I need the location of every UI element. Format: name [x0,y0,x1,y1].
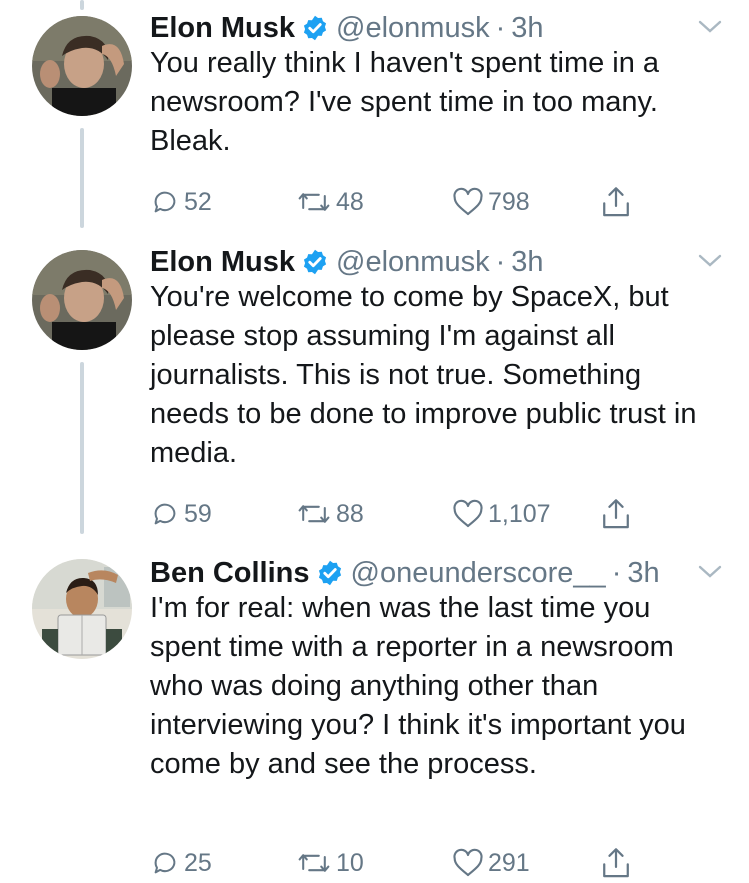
reply-icon [150,187,180,217]
tweet-text: I'm for real: when was the last time you… [150,592,686,780]
tweet-header: Elon Musk @elonmusk · 3h [150,244,544,280]
caret-down-icon[interactable] [697,563,723,581]
avatar[interactable] [32,16,132,116]
timestamp[interactable]: 3h [511,12,543,45]
separator-dot: · [495,11,506,44]
like-icon [452,187,484,217]
retweet-count: 88 [336,499,364,528]
like-button[interactable]: 291 [452,848,530,878]
retweet-icon [296,499,332,529]
retweet-button[interactable]: 10 [296,848,364,878]
retweet-count: 10 [336,848,364,877]
reply-count: 25 [184,848,212,877]
reply-button[interactable]: 25 [150,848,212,878]
share-icon [600,846,632,880]
like-count: 798 [488,187,530,216]
verified-icon [316,559,344,587]
like-button[interactable]: 1,107 [452,499,551,529]
author-name[interactable]: Elon Musk [150,12,295,45]
tweet-header: Ben Collins @oneunderscore__ · 3h [150,555,660,591]
reply-icon [150,848,180,878]
author-handle[interactable]: @elonmusk [336,12,490,45]
timestamp[interactable]: 3h [627,557,659,590]
caret-down-icon[interactable] [697,252,723,270]
like-icon [452,848,484,878]
separator-dot: · [611,556,622,589]
author-handle[interactable]: @elonmusk [336,246,490,279]
like-button[interactable]: 798 [452,187,530,217]
timestamp[interactable]: 3h [511,246,543,279]
tweet[interactable]: Elon Musk @elonmusk · 3h You're welcome … [0,244,749,554]
tweet-header: Elon Musk @elonmusk · 3h [150,10,544,46]
tweet-text: You're welcome to come by SpaceX, but pl… [150,281,697,469]
retweet-icon [296,848,332,878]
reply-count: 59 [184,499,212,528]
avatar[interactable] [32,250,132,350]
reply-button[interactable]: 59 [150,499,212,529]
like-count: 1,107 [488,499,551,528]
verified-icon [301,14,329,42]
verified-icon [301,248,329,276]
share-button[interactable] [600,185,632,219]
avatar[interactable] [32,559,132,659]
share-button[interactable] [600,497,632,531]
retweet-button[interactable]: 48 [296,187,364,217]
author-handle[interactable]: @oneunderscore__ [351,557,606,590]
thread-line [80,0,84,10]
retweet-icon [296,187,332,217]
caret-down-icon[interactable] [697,18,723,36]
author-name[interactable]: Ben Collins [150,557,310,590]
share-icon [600,497,632,531]
author-name[interactable]: Elon Musk [150,246,295,279]
like-count: 291 [488,848,530,877]
retweet-count: 48 [336,187,364,216]
share-icon [600,185,632,219]
share-button[interactable] [600,846,632,880]
retweet-button[interactable]: 88 [296,499,364,529]
reply-count: 52 [184,187,212,216]
reply-button[interactable]: 52 [150,187,212,217]
separator-dot: · [495,245,506,278]
like-icon [452,499,484,529]
tweet-text: You really think I haven't spent time in… [150,47,660,157]
tweet[interactable]: Ben Collins @oneunderscore__ · 3h I'm fo… [0,555,749,882]
tweet[interactable]: Elon Musk @elonmusk · 3h You really thin… [0,10,749,240]
reply-icon [150,499,180,529]
